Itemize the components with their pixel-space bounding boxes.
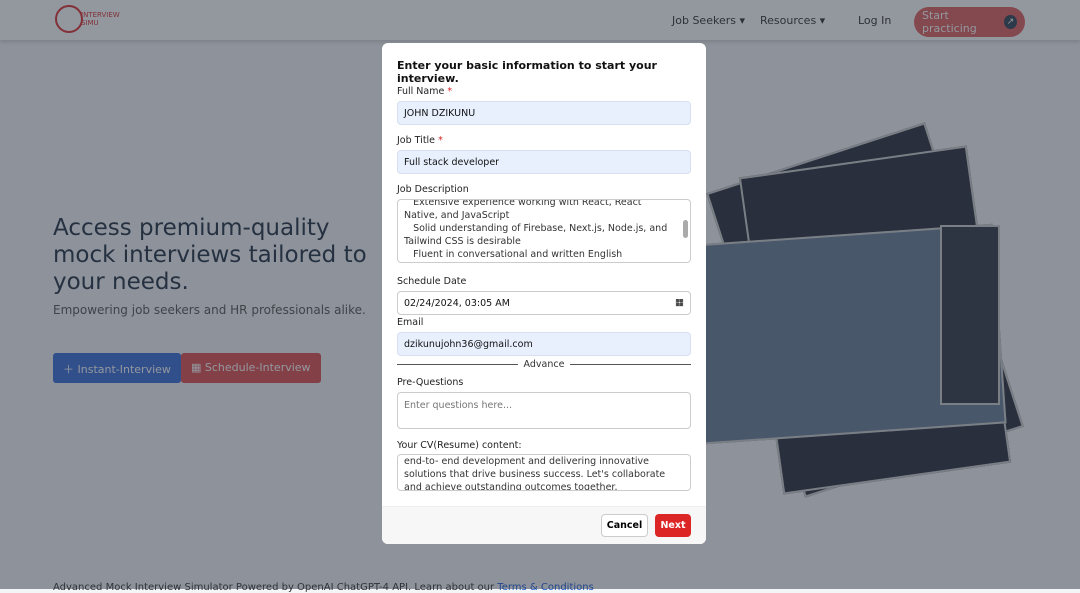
scrollbar[interactable] — [683, 220, 688, 238]
job-title-label: Job Title * — [397, 135, 443, 146]
job-description-textarea[interactable]: Extensive experience working with React,… — [397, 199, 691, 263]
email-label: Email — [397, 317, 424, 328]
next-button[interactable]: Next — [655, 514, 691, 537]
modal-title: Enter your basic information to start yo… — [397, 59, 657, 85]
pre-questions-label: Pre-Questions — [397, 377, 464, 388]
schedule-date-input[interactable]: 02/24/2024, 03:05 AM ▦ — [397, 291, 691, 315]
full-name-label: Full Name * — [397, 86, 453, 97]
email-input[interactable]: dzikunujohn36@gmail.com — [397, 332, 691, 356]
cv-textarea[interactable]: end-to- end development and delivering i… — [397, 454, 691, 491]
calendar-icon[interactable]: ▦ — [675, 297, 684, 308]
cancel-button[interactable]: Cancel — [601, 514, 648, 537]
job-title-input[interactable]: Full stack developer — [397, 150, 691, 174]
job-description-label: Job Description — [397, 184, 469, 195]
interview-info-modal: Enter your basic information to start yo… — [382, 43, 706, 544]
modal-footer: Cancel Next — [382, 506, 706, 544]
pre-questions-textarea[interactable]: Enter questions here... — [397, 392, 691, 429]
full-name-input[interactable]: JOHN DZIKUNU — [397, 101, 691, 125]
schedule-date-label: Schedule Date — [397, 276, 467, 287]
advance-divider: Advance — [397, 359, 691, 370]
cv-label: Your CV(Resume) content: — [397, 440, 522, 451]
